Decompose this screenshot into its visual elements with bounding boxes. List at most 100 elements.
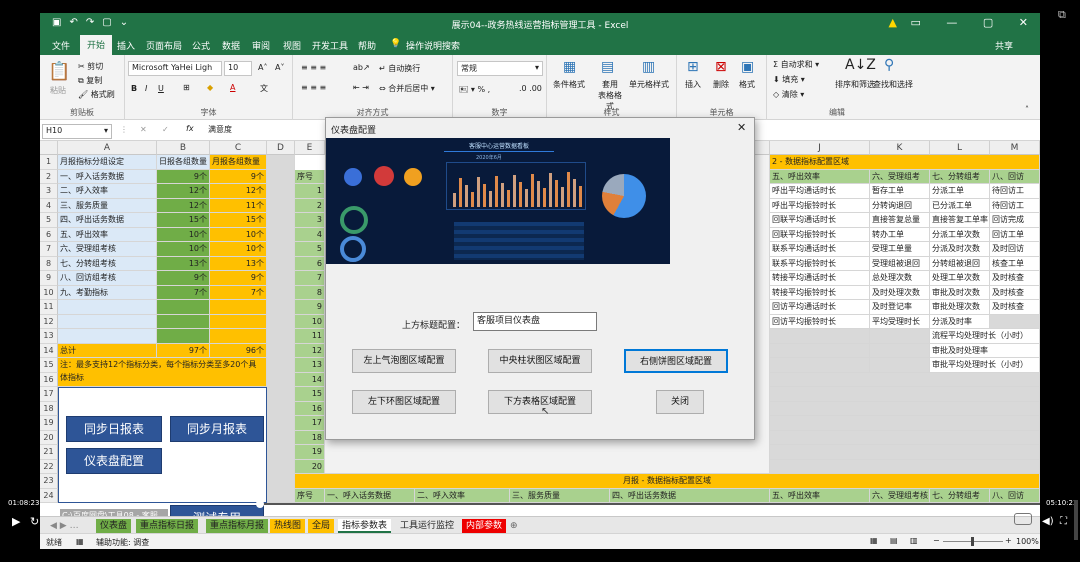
cell-m-value[interactable]: 及时核查 <box>990 300 1040 315</box>
pip-icon[interactable] <box>1014 513 1032 525</box>
cell-total-monthly[interactable]: 96个 <box>210 343 267 358</box>
cell-monthly-count[interactable]: 13个 <box>210 256 267 271</box>
paste-button[interactable]: 粘贴 <box>50 85 66 96</box>
cell-l-value[interactable]: 分派及时率 <box>930 314 990 329</box>
cell-styles-button[interactable]: 单元格样式 <box>629 79 669 90</box>
dialog-close-button[interactable]: 关闭 <box>656 390 704 414</box>
format-painter-button[interactable]: 🖌 格式刷 <box>78 89 115 100</box>
cell-seq-number[interactable]: 10 <box>295 314 325 329</box>
cell-seq-number[interactable]: 9 <box>295 300 325 315</box>
right-pie-config-button[interactable]: 右侧饼图区域配置 <box>624 349 728 373</box>
row-header[interactable]: 2 <box>40 169 58 184</box>
cell-l-value[interactable]: 已分派工单 <box>930 198 990 213</box>
cell-monthly-count[interactable]: 10个 <box>210 242 267 257</box>
bottom-table-config-button[interactable]: 下方表格区域配置 <box>488 390 592 414</box>
title-config-input[interactable]: 客服项目仪表盘 <box>473 312 597 331</box>
tab-page-layout[interactable]: 页面布局 <box>146 39 182 52</box>
volume-icon[interactable]: ◀) <box>1042 516 1054 527</box>
cell-empty[interactable] <box>58 314 157 329</box>
cell-monthly-count[interactable]: 12个 <box>210 184 267 199</box>
cell-l-value[interactable]: 分派及时次数 <box>930 242 990 257</box>
fx-icon[interactable]: fx <box>186 124 194 133</box>
row-header[interactable]: 4 <box>40 198 58 213</box>
cell-seq-number[interactable]: 7 <box>295 271 325 286</box>
cell-empty[interactable] <box>870 329 930 344</box>
format-cells-icon[interactable]: ▣ <box>741 59 754 75</box>
cell-empty[interactable] <box>157 314 210 329</box>
row-header[interactable]: 9 <box>40 271 58 286</box>
cell-monthly-count[interactable]: 9个 <box>210 169 267 184</box>
col-header-j[interactable]: J <box>770 141 870 155</box>
cell-m-value[interactable]: 回访完成 <box>990 213 1040 228</box>
side-scrollbar[interactable] <box>1074 500 1078 540</box>
cell-daily-count[interactable]: 10个 <box>157 227 210 242</box>
cell-m-value[interactable]: 回访工单 <box>990 227 1040 242</box>
replay-icon[interactable]: ↻ <box>30 515 39 528</box>
right-header-k[interactable]: 六、受理组考 <box>870 169 930 184</box>
center-bar-config-button[interactable]: 中央柱状图区域配置 <box>488 349 592 373</box>
tab-file[interactable]: 文件 <box>52 39 70 52</box>
cell-k-value[interactable]: 平均受理时长 <box>870 314 930 329</box>
insert-cells-button[interactable]: 插入 <box>685 79 701 90</box>
cell-k-value[interactable]: 暂存工单 <box>870 184 930 199</box>
cell-k-value[interactable]: 受理工单量 <box>870 242 930 257</box>
cell-monthly-count[interactable]: 15个 <box>210 213 267 228</box>
cell-seq-number[interactable]: 20 <box>295 459 325 474</box>
cell-l-value[interactable]: 审批平均处理时长（小时） <box>930 358 1040 373</box>
row-header[interactable]: 1 <box>40 155 58 170</box>
cell-seq-number[interactable]: 4 <box>295 227 325 242</box>
row-header[interactable]: 16 <box>40 372 58 387</box>
cell-seq-number[interactable]: 14 <box>295 372 325 387</box>
cell-empty[interactable] <box>157 300 210 315</box>
row-header[interactable]: 15 <box>40 358 58 373</box>
right-header-j[interactable]: 五、呼出效率 <box>770 169 870 184</box>
cell-monthly-count[interactable]: 10个 <box>210 227 267 242</box>
cell-group-name[interactable]: 五、呼出效率 <box>58 227 157 242</box>
tab-data[interactable]: 数据 <box>222 39 240 52</box>
cell-l-value[interactable]: 审批及时次数 <box>930 285 990 300</box>
cell-seq-number[interactable]: 12 <box>295 343 325 358</box>
cell-group-name[interactable]: 七、分转组考核 <box>58 256 157 271</box>
cell-c1[interactable]: 月报各组数量 <box>210 155 267 170</box>
cell-j-value[interactable]: 呼出平均通话时长 <box>770 184 870 199</box>
shrink-font-icon[interactable]: A˅ <box>275 63 284 72</box>
select-all[interactable] <box>40 141 58 155</box>
tab-home[interactable]: 开始 <box>80 35 113 55</box>
cell-group-name[interactable]: 一、呼入话务数据 <box>58 169 157 184</box>
cell-daily-count[interactable]: 12个 <box>157 198 210 213</box>
fill-color-icon[interactable]: ◆ <box>207 83 213 92</box>
merge-center-button[interactable]: ⇔ 合并后居中 ▾ <box>379 83 435 94</box>
cell-k-value[interactable]: 直接答复总量 <box>870 213 930 228</box>
cell-empty[interactable] <box>157 329 210 344</box>
cell-seq-number[interactable]: 11 <box>295 329 325 344</box>
cell-seq-number[interactable]: 2 <box>295 198 325 213</box>
note-cell[interactable]: 注：最多支持12个指标分类，每个指标分类至多20个具体指标 <box>58 358 267 387</box>
cell-l-value[interactable]: 分派工单 <box>930 184 990 199</box>
progress-handle[interactable] <box>256 500 264 508</box>
font-color-icon[interactable]: A <box>230 83 235 92</box>
row-header[interactable]: 22 <box>40 459 58 474</box>
wrap-text-button[interactable]: ↵ 自动换行 <box>379 63 420 74</box>
cell-k-value[interactable]: 分转询退回 <box>870 198 930 213</box>
cell-seq-number[interactable]: 15 <box>295 387 325 402</box>
cell-l-value[interactable]: 审批处理次数 <box>930 300 990 315</box>
cell-m-value[interactable]: 及时回访 <box>990 242 1040 257</box>
cell-k-value[interactable]: 受理组被退回 <box>870 256 930 271</box>
cell-daily-count[interactable]: 7个 <box>157 285 210 300</box>
warning-icon[interactable]: ▲ <box>889 16 897 29</box>
cell-k-value[interactable]: 转办工单 <box>870 227 930 242</box>
cell-l-value[interactable]: 分转组被退回 <box>930 256 990 271</box>
ribbon-display-icon[interactable]: ▭ <box>910 16 920 29</box>
tab-help[interactable]: 帮助 <box>358 39 376 52</box>
number-format-select[interactable]: 常规 ▾ <box>457 61 543 76</box>
cell-daily-count[interactable]: 12个 <box>157 184 210 199</box>
cell-seq-number[interactable]: 5 <box>295 242 325 257</box>
right-header-l[interactable]: 七、分转组考 <box>930 169 990 184</box>
name-box[interactable]: H10 ▾ <box>42 124 112 139</box>
cell-empty[interactable] <box>210 329 267 344</box>
conditional-format-button[interactable]: 条件格式 <box>553 79 585 90</box>
sort-filter-button[interactable]: 排序和筛选 <box>835 79 875 90</box>
upper-left-bubble-config-button[interactable]: 左上气泡图区域配置 <box>352 349 456 373</box>
cell-empty[interactable] <box>770 387 1040 402</box>
dialog-close-icon[interactable]: ✕ <box>737 121 746 134</box>
